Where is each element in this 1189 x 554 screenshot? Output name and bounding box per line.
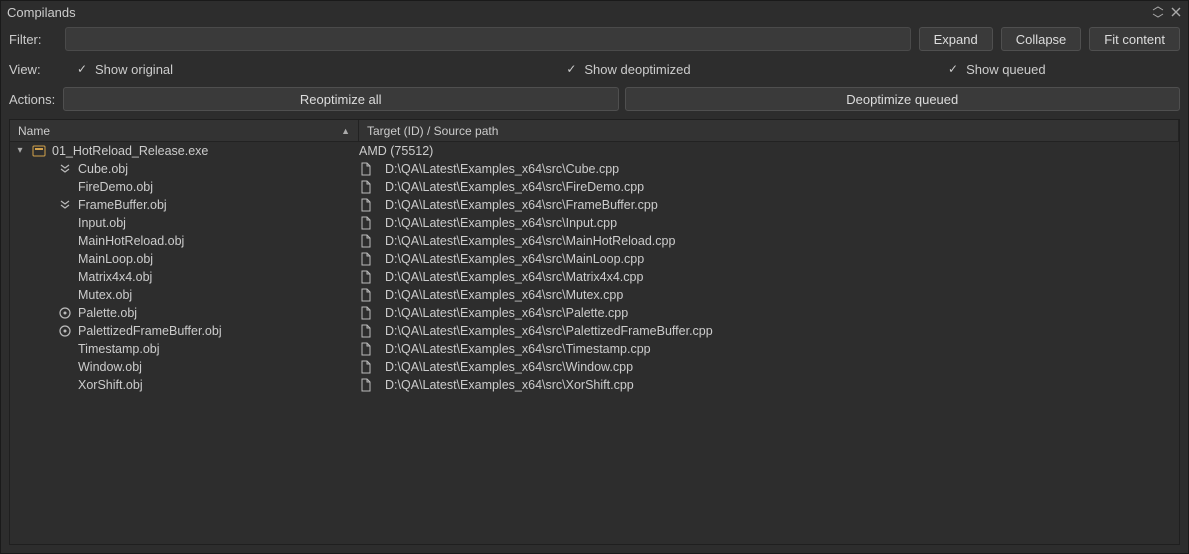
queued-icon <box>58 306 72 320</box>
table-row[interactable]: MainLoop.obj D:\QA\Latest\Examples_x64\sr… <box>10 250 1179 268</box>
table-body[interactable]: ▾01_HotReload_Release.exeAMD (75512)Cube… <box>10 142 1179 544</box>
file-icon <box>359 198 373 212</box>
row-name: Input.obj <box>78 214 126 232</box>
row-name: PalettizedFrameBuffer.obj <box>78 322 222 340</box>
row-path: D:\QA\Latest\Examples_x64\src\Timestamp.… <box>385 340 651 358</box>
file-icon <box>359 252 373 266</box>
compilands-panel: Compilands Filter: Expand Collapse Fit c… <box>0 0 1189 554</box>
executable-icon <box>32 144 46 158</box>
titlebar: Compilands <box>1 1 1188 23</box>
row-name: Window.obj <box>78 358 142 376</box>
table-row[interactable]: Matrix4x4.obj D:\QA\Latest\Examples_x64\s… <box>10 268 1179 286</box>
table-row[interactable]: PalettizedFrameBuffer.obj D:\QA\Latest\Ex… <box>10 322 1179 340</box>
file-icon <box>359 342 373 356</box>
row-name: MainLoop.obj <box>78 250 153 268</box>
row-name: FrameBuffer.obj <box>78 196 167 214</box>
row-path: D:\QA\Latest\Examples_x64\src\FireDemo.c… <box>385 178 644 196</box>
row-target: AMD (75512) <box>359 142 433 160</box>
deoptimize-queued-button[interactable]: Deoptimize queued <box>625 87 1181 111</box>
table-row[interactable]: Input.obj D:\QA\Latest\Examples_x64\src\I… <box>10 214 1179 232</box>
row-path: D:\QA\Latest\Examples_x64\src\MainHotRel… <box>385 232 675 250</box>
column-header-name[interactable]: Name ▲ <box>10 120 359 141</box>
row-path: D:\QA\Latest\Examples_x64\src\Palettized… <box>385 322 713 340</box>
panel-title: Compilands <box>7 5 1150 20</box>
view-show-queued[interactable]: ✓ Show queued <box>812 62 1180 77</box>
row-path: D:\QA\Latest\Examples_x64\src\Input.cpp <box>385 214 617 232</box>
row-path: D:\QA\Latest\Examples_x64\src\Matrix4x4.… <box>385 268 643 286</box>
table-row-root[interactable]: ▾ 01_HotReload_Release.exe AMD (75512) <box>10 142 1179 160</box>
table-row[interactable]: Timestamp.obj D:\QA\Latest\Examples_x64\s… <box>10 340 1179 358</box>
filter-label: Filter: <box>9 32 57 47</box>
file-icon <box>359 288 373 302</box>
column-label: Name <box>18 124 50 138</box>
table-header: Name ▲ Target (ID) / Source path <box>10 120 1179 142</box>
sort-ascending-icon: ▲ <box>341 126 350 136</box>
column-label: Target (ID) / Source path <box>367 124 498 138</box>
view-row: View: ✓ Show original ✓ Show deoptimized… <box>1 55 1188 83</box>
filter-row: Filter: Expand Collapse Fit content <box>1 23 1188 55</box>
row-path: D:\QA\Latest\Examples_x64\src\FrameBuffe… <box>385 196 658 214</box>
deoptimized-icon <box>58 198 72 212</box>
row-name: Cube.obj <box>78 160 128 178</box>
row-name: Timestamp.obj <box>78 340 160 358</box>
row-name: Palette.obj <box>78 304 137 322</box>
file-icon <box>359 180 373 194</box>
table-row[interactable]: Palette.obj D:\QA\Latest\Examples_x64\src… <box>10 304 1179 322</box>
row-name: Matrix4x4.obj <box>78 268 152 286</box>
tree-collapse-icon[interactable]: ▾ <box>14 142 26 160</box>
row-path: D:\QA\Latest\Examples_x64\src\MainLoop.c… <box>385 250 644 268</box>
checkmark-icon: ✓ <box>564 62 578 76</box>
table-row[interactable]: XorShift.obj D:\QA\Latest\Examples_x64\sr… <box>10 376 1179 394</box>
filter-input[interactable] <box>65 27 911 51</box>
row-name: XorShift.obj <box>78 376 143 394</box>
file-icon <box>359 324 373 338</box>
deoptimized-icon <box>58 162 72 176</box>
file-icon <box>359 162 373 176</box>
reoptimize-all-button[interactable]: Reoptimize all <box>63 87 619 111</box>
table-row[interactable]: Cube.obj D:\QA\Latest\Examples_x64\src\Cu… <box>10 160 1179 178</box>
row-name: MainHotReload.obj <box>78 232 184 250</box>
checkmark-icon: ✓ <box>75 62 89 76</box>
row-path: D:\QA\Latest\Examples_x64\src\Window.cpp <box>385 358 633 376</box>
table-row[interactable]: MainHotReload.obj D:\QA\Latest\Examples_x… <box>10 232 1179 250</box>
file-icon <box>359 306 373 320</box>
row-path: D:\QA\Latest\Examples_x64\src\Palette.cp… <box>385 304 628 322</box>
row-name: FireDemo.obj <box>78 178 153 196</box>
file-icon <box>359 216 373 230</box>
actions-label: Actions: <box>9 92 57 107</box>
expand-button[interactable]: Expand <box>919 27 993 51</box>
column-header-path[interactable]: Target (ID) / Source path <box>359 120 1179 141</box>
view-label: View: <box>9 62 57 77</box>
view-show-original[interactable]: ✓ Show original <box>57 62 443 77</box>
row-path: D:\QA\Latest\Examples_x64\src\XorShift.c… <box>385 376 634 394</box>
fit-content-button[interactable]: Fit content <box>1089 27 1180 51</box>
checkmark-icon: ✓ <box>946 62 960 76</box>
compilands-table: Name ▲ Target (ID) / Source path ▾ 01_Hot… <box>9 119 1180 545</box>
view-option-label: Show original <box>95 62 173 77</box>
file-icon <box>359 360 373 374</box>
file-icon <box>359 378 373 392</box>
row-path: D:\QA\Latest\Examples_x64\src\Cube.cpp <box>385 160 619 178</box>
collapse-button[interactable]: Collapse <box>1001 27 1082 51</box>
table-row[interactable]: Mutex.obj D:\QA\Latest\Examples_x64\src\M… <box>10 286 1179 304</box>
file-icon <box>359 270 373 284</box>
view-option-label: Show queued <box>966 62 1046 77</box>
maximize-icon[interactable] <box>1150 4 1166 20</box>
actions-row: Actions: Reoptimize all Deoptimize queue… <box>1 83 1188 115</box>
table-row[interactable]: Window.obj D:\QA\Latest\Examples_x64\src\… <box>10 358 1179 376</box>
close-icon[interactable] <box>1168 4 1184 20</box>
view-option-label: Show deoptimized <box>584 62 690 77</box>
table-row[interactable]: FrameBuffer.obj D:\QA\Latest\Examples_x64… <box>10 196 1179 214</box>
row-name: 01_HotReload_Release.exe <box>52 142 208 160</box>
view-show-deoptimized[interactable]: ✓ Show deoptimized <box>443 62 811 77</box>
queued-icon <box>58 324 72 338</box>
table-row[interactable]: FireDemo.obj D:\QA\Latest\Examples_x64\sr… <box>10 178 1179 196</box>
row-name: Mutex.obj <box>78 286 132 304</box>
row-path: D:\QA\Latest\Examples_x64\src\Mutex.cpp <box>385 286 623 304</box>
file-icon <box>359 234 373 248</box>
